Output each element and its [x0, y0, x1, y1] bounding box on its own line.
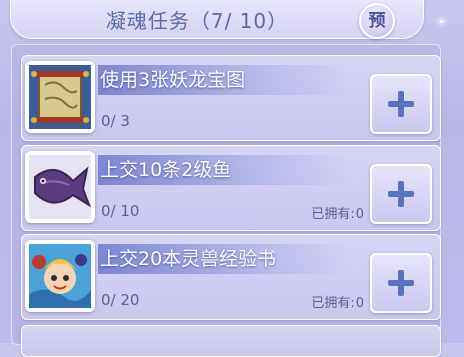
task-progress: 0/ 10 [101, 202, 140, 220]
task-card: 上交20本灵兽经验书 0/ 20 已拥有:0 [21, 234, 441, 320]
task-card: 使用3张妖龙宝图 0/ 3 [21, 55, 441, 141]
treasure-map-scroll-icon [29, 65, 91, 129]
task-progress: 0/ 3 [101, 112, 130, 130]
owned-label: 已拥有: [311, 296, 355, 311]
add-button[interactable] [370, 253, 432, 313]
task-name: 使用3张妖龙宝图 [98, 65, 350, 95]
task-list: 使用3张妖龙宝图 0/ 3 上交10条2级鱼 0/ 10 已拥有:0 上交20本… [11, 44, 441, 357]
quest-header: 凝魂任务（7/ 10） 预 [10, 0, 424, 39]
page-title: 凝魂任务（7/ 10） [105, 9, 289, 33]
owned-value: 0 [355, 207, 364, 222]
owned-label: 已拥有: [311, 207, 355, 222]
spirit-beast-book-icon [29, 244, 91, 308]
task-card: 上交10条2级鱼 0/ 10 已拥有:0 [21, 145, 441, 231]
task-icon-frame [25, 61, 95, 133]
sparkle-decoration [440, 20, 443, 23]
purple-fish-icon [29, 155, 91, 219]
task-icon-frame [25, 151, 95, 223]
task-name: 上交20本灵兽经验书 [98, 244, 350, 274]
owned-count: 已拥有:0 [311, 203, 364, 222]
task-name: 上交10条2级鱼 [98, 155, 350, 185]
task-progress: 0/ 20 [101, 291, 140, 309]
add-button[interactable] [370, 74, 432, 134]
owned-value: 0 [355, 296, 364, 311]
add-button[interactable] [370, 164, 432, 224]
task-card [21, 325, 441, 357]
task-icon-frame [25, 240, 95, 312]
owned-count: 已拥有:0 [311, 292, 364, 311]
preview-button[interactable]: 预 [359, 3, 395, 39]
